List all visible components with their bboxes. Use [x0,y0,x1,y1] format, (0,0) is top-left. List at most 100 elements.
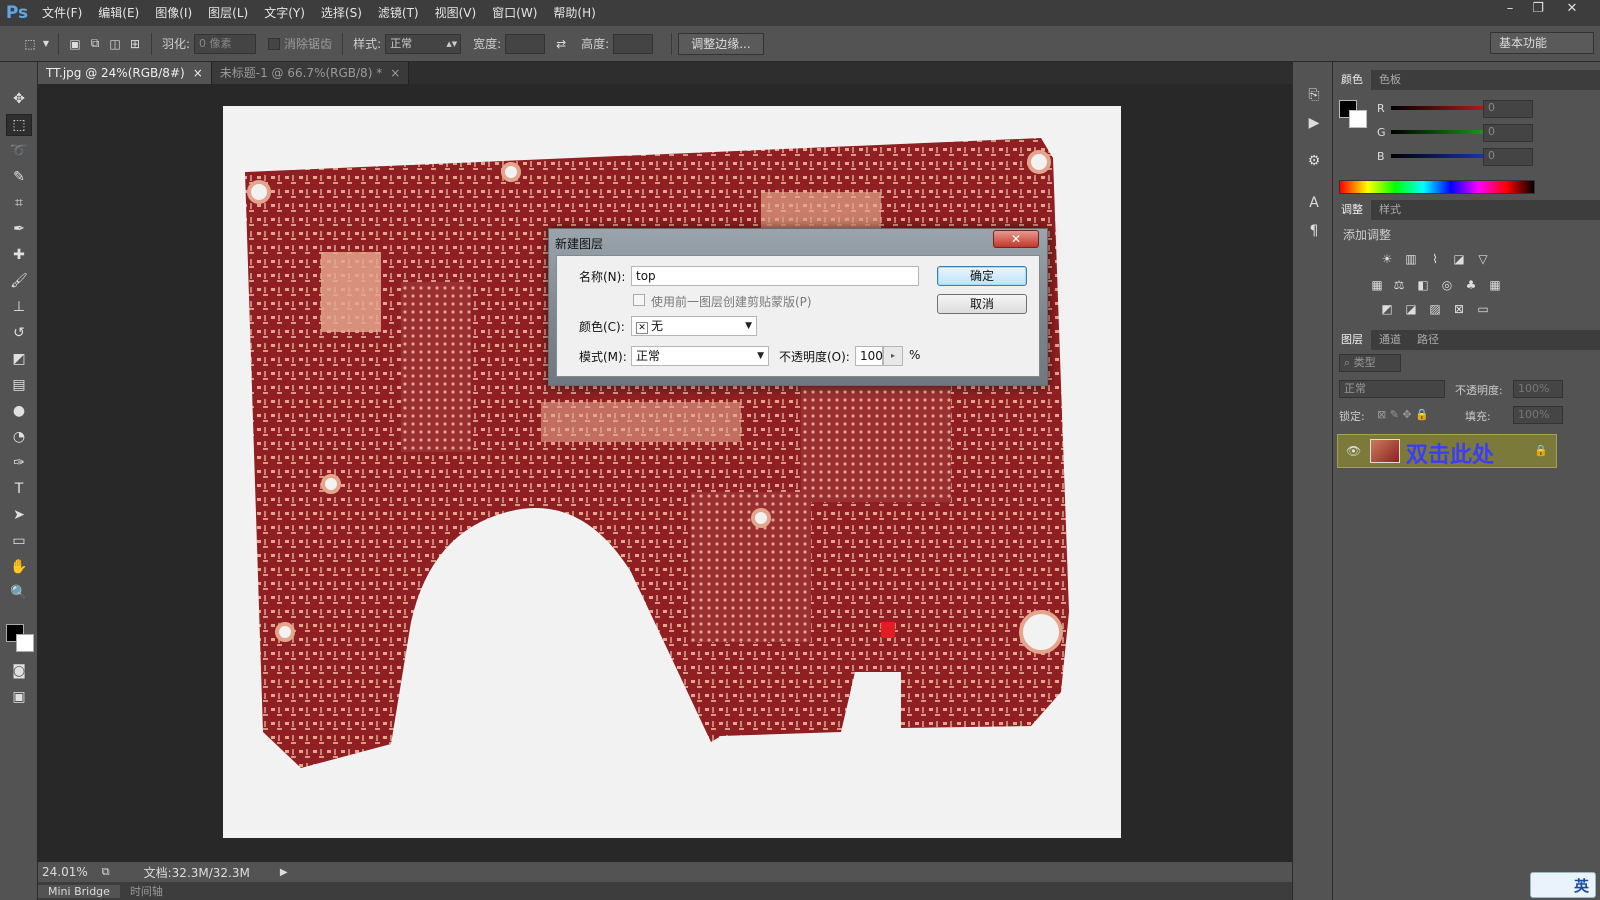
move-tool-icon[interactable]: ✥ [6,88,32,110]
gradient-map-icon[interactable]: ▭ [1475,302,1491,316]
close-icon[interactable]: × [390,62,400,84]
share-icon[interactable]: ⧉ [102,865,110,879]
levels-icon[interactable]: ▥ [1403,252,1419,266]
fill-input[interactable]: 100% [1513,406,1563,424]
b-value[interactable]: 0 [1483,148,1533,166]
menu-edit[interactable]: 编辑(E) [90,0,147,26]
layer-filter-select[interactable]: ⌕ 类型 [1339,354,1401,372]
threshold-icon[interactable]: ▨ [1427,302,1443,316]
invert-icon[interactable]: ◩ [1379,302,1395,316]
opacity-slider-icon[interactable]: ▸ [883,346,903,366]
tab-channels[interactable]: 通道 [1371,330,1409,350]
zoom-level[interactable]: 24.01% [42,865,88,879]
tab-paths[interactable]: 路径 [1409,330,1447,350]
posterize-icon[interactable]: ◪ [1403,302,1419,316]
color-select[interactable]: ✕ 无 ▼ [631,316,757,336]
width-input[interactable] [505,33,546,54]
actions-play-icon[interactable]: ▶ [1303,112,1325,134]
dodge-tool-icon[interactable]: ◔ [6,426,32,448]
exposure-icon[interactable]: ◪ [1451,252,1467,266]
name-input[interactable]: top [631,266,919,286]
feather-input[interactable]: 0 像素 [194,33,257,54]
close-window-button[interactable]: ✕ [1558,0,1586,20]
tab-untitled-1[interactable]: 未标题-1 @ 66.7%(RGB/8) * × [211,62,410,84]
pen-tool-icon[interactable]: ✑ [6,452,32,474]
subtract-selection-icon[interactable]: ◫ [105,34,125,54]
shape-tool-icon[interactable]: ▭ [6,530,32,552]
screen-mode-icon[interactable]: ▣ [6,686,32,708]
ime-indicator[interactable]: 英 [1530,872,1596,898]
tab-adjustments[interactable]: 调整 [1333,200,1371,220]
paragraph-icon[interactable]: ¶ [1303,220,1325,242]
play-icon[interactable]: ▶ [280,867,288,878]
menu-view[interactable]: 视图(V) [427,0,485,26]
selective-color-icon[interactable]: ⊠ [1451,302,1467,316]
g-value[interactable]: 0 [1483,124,1533,142]
layer-opacity-input[interactable]: 100% [1513,380,1563,398]
mixer-icon[interactable]: ♣ [1463,278,1479,292]
eraser-tool-icon[interactable]: ◩ [6,348,32,370]
curves-icon[interactable]: ⌇ [1427,252,1443,266]
menu-layer[interactable]: 图层(L) [200,0,256,26]
zoom-tool-icon[interactable]: 🔍 [6,582,32,604]
layer-row[interactable]: 👁 双击此处 🔒 [1337,434,1557,468]
opacity-input[interactable]: 100 [855,346,883,366]
menu-filter[interactable]: 滤镜(T) [370,0,427,26]
character-icon[interactable]: A [1303,192,1325,214]
color-spectrum[interactable] [1339,180,1535,194]
background-color-swatch[interactable] [1349,110,1367,128]
tab-timeline[interactable]: 时间轴 [120,883,173,899]
minimize-button[interactable]: – [1496,0,1524,20]
mode-select[interactable]: 正常 ▼ [631,346,769,366]
menu-image[interactable]: 图像(I) [147,0,200,26]
crop-tool-icon[interactable]: ⌗ [6,192,32,214]
brush-tool-icon[interactable]: 🖌 [6,270,32,292]
clip-mask-checkbox[interactable] [633,294,645,306]
balance-icon[interactable]: ⚖ [1391,278,1407,292]
style-select[interactable]: 正常 ▲▼ [385,33,462,54]
lock-icons[interactable]: ⊠ ✎ ✥ 🔒 [1377,408,1429,421]
restore-button[interactable]: ❐ [1524,0,1552,20]
quick-mask-icon[interactable]: ◙ [6,660,32,682]
tab-layers[interactable]: 图层 [1333,330,1371,350]
blend-mode-select[interactable]: 正常 [1339,380,1445,398]
intersect-selection-icon[interactable]: ⊞ [125,34,145,54]
menu-select[interactable]: 选择(S) [313,0,370,26]
eye-icon[interactable]: 👁 [1346,444,1361,458]
cancel-button[interactable]: 取消 [937,294,1027,314]
add-selection-icon[interactable]: ⧉ [85,34,105,54]
menu-file[interactable]: 文件(F) [34,0,90,26]
layer-name[interactable]: 双击此处 [1406,437,1494,469]
tab-color[interactable]: 颜色 [1333,70,1371,90]
healing-tool-icon[interactable]: ✚ [6,244,32,266]
menu-window[interactable]: 窗口(W) [484,0,545,26]
quick-select-tool-icon[interactable]: ✎ [6,166,32,188]
marquee-preset-icon[interactable]: ⬚ [20,34,40,54]
hand-tool-icon[interactable]: ✋ [6,556,32,578]
tab-mini-bridge[interactable]: Mini Bridge [38,884,120,898]
bw-icon[interactable]: ◧ [1415,278,1431,292]
close-icon[interactable]: × [193,62,203,84]
hue-icon[interactable]: ▦ [1369,278,1385,292]
marquee-tool-icon[interactable]: ⬚ [6,114,32,136]
menu-help[interactable]: 帮助(H) [545,0,603,26]
history-icon[interactable]: ⎘ [1303,84,1325,106]
tab-styles[interactable]: 样式 [1371,200,1409,220]
history-brush-tool-icon[interactable]: ↺ [6,322,32,344]
gradient-tool-icon[interactable]: ▤ [6,374,32,396]
brightness-icon[interactable]: ☀ [1379,252,1395,266]
tab-tt-jpg[interactable]: TT.jpg @ 24%(RGB/8#) × [38,62,212,84]
new-selection-icon[interactable]: ▣ [65,34,85,54]
refine-edge-button[interactable]: 调整边缘... [678,32,764,55]
workspace-select[interactable]: 基本功能 [1490,32,1594,54]
eyedropper-tool-icon[interactable]: ✒ [6,218,32,240]
background-color-swatch[interactable] [16,634,34,652]
type-tool-icon[interactable]: T [6,478,32,500]
properties-icon[interactable]: ⚙ [1303,150,1325,172]
lasso-tool-icon[interactable]: ➰ [6,140,32,162]
ok-button[interactable]: 确定 [937,266,1027,286]
tab-swatches[interactable]: 色板 [1371,70,1409,90]
menu-type[interactable]: 文字(Y) [256,0,313,26]
photo-filter-icon[interactable]: ◎ [1439,278,1455,292]
height-input[interactable] [613,33,654,54]
